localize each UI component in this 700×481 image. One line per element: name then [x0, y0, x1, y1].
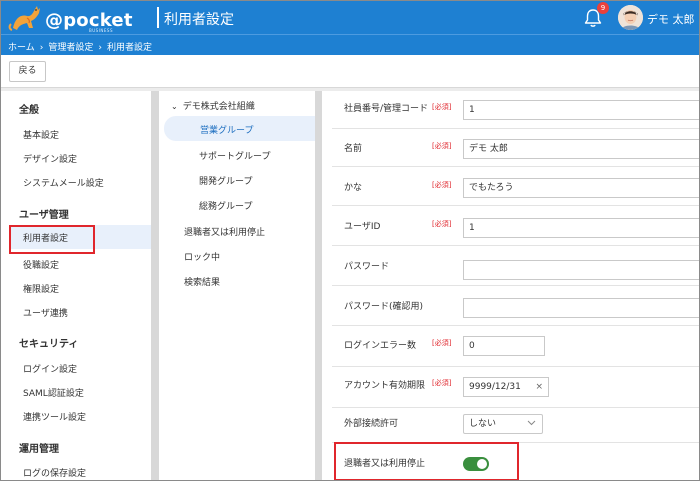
- breadcrumb: ホーム › 管理者設定 › 利用者設定: [1, 34, 699, 55]
- nav-item-design-settings[interactable]: デザイン設定: [23, 152, 77, 165]
- header-divider: [157, 7, 159, 28]
- form-row-password-confirm: パスワード(確認用): [332, 286, 699, 326]
- tree-root-label: デモ株式会社組織: [182, 102, 255, 112]
- form-row-account-expiry: アカウント有効期限 [必須] 9999/12/31 ×: [332, 367, 699, 408]
- chevron-right-icon: ›: [98, 43, 102, 53]
- chevron-down-icon: ⌄: [171, 102, 178, 111]
- breadcrumb-home[interactable]: ホーム: [8, 40, 35, 53]
- chevron-right-icon: ›: [39, 43, 44, 53]
- kangaroo-logo-icon: [8, 6, 40, 31]
- form-row-user-id: ユーザID [必須] 1: [332, 206, 699, 246]
- field-label: パスワード(確認用): [344, 302, 424, 312]
- field-label: パスワード: [344, 262, 390, 272]
- nav-section-user-management: ユーザ管理: [19, 210, 69, 221]
- form-row-password: パスワード: [332, 246, 699, 286]
- login-error-count-input[interactable]: 0: [463, 336, 545, 356]
- tree-group-development[interactable]: 開発グループ: [199, 174, 252, 187]
- external-access-value: しない: [469, 419, 497, 429]
- column-divider: [315, 91, 322, 480]
- user-id-input[interactable]: 1: [463, 218, 699, 238]
- field-label: かな: [344, 183, 363, 193]
- nav-item-position-settings[interactable]: 役職設定: [23, 258, 59, 271]
- nav-item-basic-settings[interactable]: 基本設定: [23, 128, 59, 141]
- nav-item-user-link[interactable]: ユーザ連携: [23, 306, 68, 319]
- form-row-employee-code: 社員番号/管理コード [必須] 1: [332, 91, 699, 129]
- required-badge: [必須]: [432, 181, 452, 189]
- app-window: @pocket BUSINESS 利用者設定 9 デモ 太郎 ホーム › 管理者…: [0, 0, 700, 481]
- form-row-name: 名前 [必須] デモ 太郎: [332, 129, 699, 167]
- top-header: @pocket BUSINESS 利用者設定 9 デモ 太郎: [1, 1, 699, 34]
- field-label: 外部接続許可: [344, 419, 399, 429]
- tree-root[interactable]: ⌄ デモ株式会社組織: [171, 99, 255, 112]
- user-name[interactable]: デモ 太郎: [647, 11, 695, 27]
- settings-sidebar: 全般 基本設定 デザイン設定 システムメール設定 ユーザ管理 利用者設定 役職設…: [1, 91, 151, 480]
- field-label: 名前: [344, 144, 363, 154]
- form-row-kana: かな [必須] でもたろう: [332, 167, 699, 206]
- tree-item-locked[interactable]: ロック中: [184, 250, 220, 263]
- tree-group-label: 営業グループ: [200, 126, 254, 136]
- nav-item-saml-settings[interactable]: SAML認証設定: [23, 386, 84, 399]
- form-row-login-error-count: ログインエラー数 [必須] 0: [332, 326, 699, 367]
- account-expiry-input[interactable]: 9999/12/31 ×: [463, 377, 549, 397]
- nav-item-system-mail-settings[interactable]: システムメール設定: [23, 176, 104, 189]
- notification-badge: 9: [597, 2, 609, 14]
- nav-section-operations: 運用管理: [19, 444, 59, 455]
- tree-item-search-results[interactable]: 検索結果: [184, 275, 220, 288]
- app-logo[interactable]: @pocket BUSINESS: [7, 4, 147, 33]
- required-badge: [必須]: [432, 339, 452, 347]
- nav-section-security: セキュリティ: [19, 339, 79, 350]
- tree-item-retired-suspended[interactable]: 退職者又は利用停止: [184, 225, 265, 238]
- required-badge: [必須]: [432, 220, 452, 228]
- field-label: 社員番号/管理コード: [344, 104, 429, 114]
- back-button[interactable]: 戻る: [9, 61, 46, 82]
- password-input[interactable]: [463, 260, 699, 280]
- highlight-box-user-settings: [9, 225, 95, 254]
- breadcrumb-admin-settings[interactable]: 管理者設定: [48, 40, 93, 53]
- nav-section-general: 全般: [19, 105, 39, 116]
- breadcrumb-current: 利用者設定: [106, 43, 152, 53]
- password-confirm-input[interactable]: [463, 298, 699, 318]
- external-access-select[interactable]: しない: [463, 414, 543, 434]
- field-label: ユーザID: [344, 222, 381, 232]
- field-label: ログインエラー数: [344, 341, 417, 351]
- kana-input[interactable]: でもたろう: [463, 178, 699, 198]
- nav-item-log-retention-settings[interactable]: ログの保存設定: [23, 466, 86, 479]
- clear-icon[interactable]: ×: [535, 378, 543, 396]
- nav-item-login-settings[interactable]: ログイン設定: [23, 362, 77, 375]
- nav-item-permission-settings[interactable]: 権限設定: [23, 282, 59, 295]
- nav-item-tool-link-settings[interactable]: 連携ツール設定: [23, 410, 86, 423]
- page-title: 利用者設定: [164, 12, 234, 28]
- tree-group-sales[interactable]: 営業グループ: [164, 116, 315, 141]
- avatar[interactable]: [618, 5, 643, 30]
- field-label: アカウント有効期限: [344, 381, 426, 391]
- toolbar: 戻る: [1, 55, 699, 88]
- required-badge: [必須]: [432, 103, 452, 111]
- tree-group-support[interactable]: サポートグループ: [199, 149, 270, 162]
- account-expiry-value: 9999/12/31: [469, 382, 521, 392]
- employee-code-input[interactable]: 1: [463, 100, 699, 120]
- user-detail-form: 社員番号/管理コード [必須] 1 名前 [必須] デモ 太郎 かな [必須] …: [322, 91, 699, 480]
- chevron-down-icon: [527, 420, 536, 426]
- required-badge: [必須]: [432, 379, 452, 387]
- column-divider: [151, 91, 159, 480]
- highlight-box-retired-suspended: [334, 442, 519, 480]
- tree-group-general-affairs[interactable]: 総務グループ: [199, 199, 252, 212]
- name-input[interactable]: デモ 太郎: [463, 139, 699, 159]
- form-row-external-access: 外部接続許可 しない: [332, 408, 699, 443]
- organization-tree: ⌄ デモ株式会社組織 営業グループ サポートグループ 開発グループ 総務グループ …: [159, 91, 315, 480]
- logo-subtext: BUSINESS: [89, 28, 113, 33]
- required-badge: [必須]: [432, 142, 452, 150]
